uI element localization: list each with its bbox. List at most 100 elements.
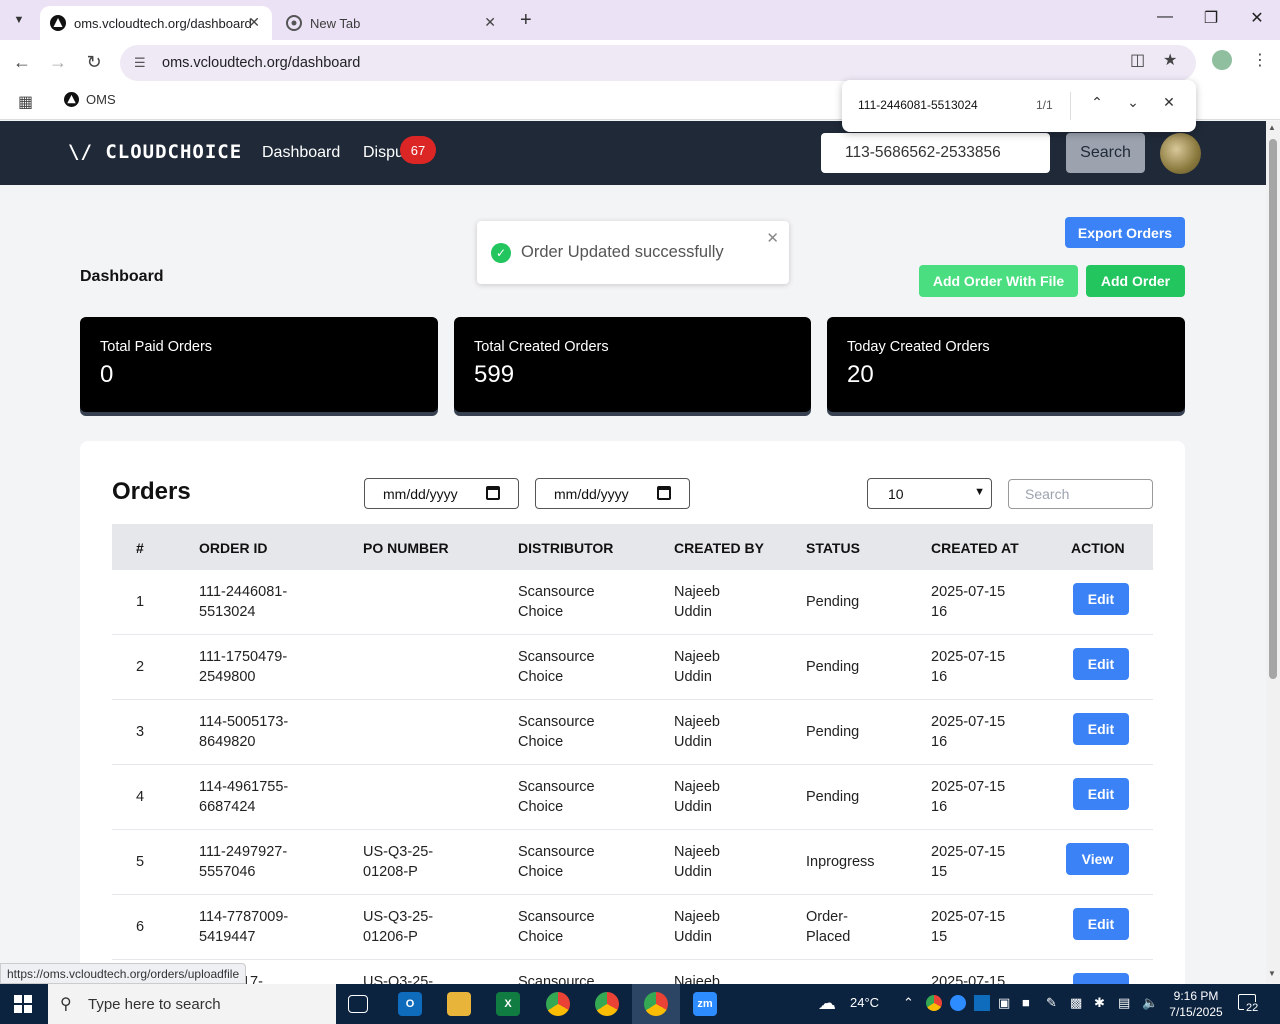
tray-chrome-icon[interactable]: [926, 995, 942, 1011]
weather-temperature[interactable]: 24°C: [850, 995, 879, 1010]
chrome-profile-app-icon[interactable]: [595, 992, 619, 1016]
close-tab-icon[interactable]: ✕: [484, 14, 496, 31]
excel-app-icon[interactable]: X: [496, 992, 520, 1016]
chrome-active-app-icon[interactable]: [644, 992, 668, 1016]
row-action-button[interactable]: View: [1066, 843, 1129, 875]
table-row: 1 111-2446081- 5513024 Scansource Choice N…: [112, 570, 1153, 635]
scroll-up-arrow-icon[interactable]: ▲: [1268, 123, 1276, 132]
cell-status: Order- Placed: [806, 909, 851, 945]
cell-po-number: US-Q3-25- 01206-P: [363, 909, 434, 945]
volume-muted-icon[interactable]: 🔈: [1142, 995, 1158, 1011]
cell-num: 5: [136, 854, 145, 870]
tab-list-chevron-icon[interactable]: ▼: [6, 8, 32, 32]
row-action-button[interactable]: Edit: [1073, 648, 1129, 680]
tab-dashboard[interactable]: oms.vcloudtech.org/dashboard ✕: [40, 6, 272, 40]
add-order-button[interactable]: Add Order: [1086, 265, 1185, 297]
page-size-select[interactable]: 10 ▼: [867, 478, 992, 509]
close-window-icon[interactable]: ✕: [1242, 8, 1272, 28]
minimize-icon[interactable]: —: [1150, 8, 1180, 26]
calendar-icon[interactable]: [486, 486, 500, 500]
cell-status: Pending: [806, 724, 860, 740]
taskbar-search-placeholder: Type here to search: [88, 995, 221, 1013]
stat-value: 599: [474, 361, 515, 388]
weather-cloud-icon[interactable]: ☁: [818, 993, 836, 1014]
find-in-page-icon[interactable]: ◫: [1130, 50, 1145, 70]
chevron-down-icon: ▼: [974, 486, 985, 498]
profile-avatar-icon[interactable]: [1212, 50, 1232, 70]
reload-icon[interactable]: ↻: [82, 52, 106, 73]
tray-bluetooth-icon[interactable]: ✱: [1094, 995, 1105, 1011]
orders-panel: Orders mm/dd/yyyy mm/dd/yyyy 10 ▼ Search…: [80, 441, 1185, 1005]
row-action-button[interactable]: Edit: [1073, 778, 1129, 810]
navbar-search-input[interactable]: [821, 133, 1050, 173]
search-icon: ⚲: [60, 996, 72, 1013]
cell-created-at: 2025-07-15 16: [931, 584, 1006, 620]
file-explorer-icon[interactable]: [447, 992, 471, 1016]
column-header-po-number: PO NUMBER: [363, 540, 449, 556]
restore-icon[interactable]: ❐: [1196, 8, 1226, 28]
url-text: oms.vcloudtech.org/dashboard: [162, 55, 361, 71]
cell-created-by: Najeeb Uddin: [674, 649, 720, 685]
nav-link-dashboard[interactable]: Dashboard: [262, 144, 340, 162]
cell-distributor: Scansource Choice: [518, 844, 595, 880]
zoom-app-icon[interactable]: zm: [693, 992, 717, 1016]
new-tab-plus-icon[interactable]: +: [520, 9, 532, 32]
stat-card-today-created: Today Created Orders 20: [827, 317, 1185, 412]
cell-distributor: Scansource Choice: [518, 584, 595, 620]
user-avatar[interactable]: [1160, 133, 1201, 174]
find-next-chevron-down-icon[interactable]: ⌄: [1122, 94, 1144, 111]
calendar-icon[interactable]: [657, 486, 671, 500]
export-orders-button[interactable]: Export Orders: [1065, 217, 1185, 248]
menu-dots-icon[interactable]: ⋮: [1252, 50, 1268, 70]
taskbar-search-box[interactable]: ⚲ Type here to search: [48, 984, 336, 1024]
tray-zoom-icon[interactable]: [950, 995, 966, 1011]
outlook-app-icon[interactable]: O: [398, 992, 422, 1016]
network-icon[interactable]: ▤: [1118, 995, 1130, 1011]
scroll-thumb[interactable]: [1269, 139, 1277, 679]
task-view-icon[interactable]: [348, 995, 368, 1013]
bookmark-star-icon[interactable]: ★: [1163, 50, 1177, 70]
windows-start-icon[interactable]: [14, 995, 32, 1013]
tray-app-icon[interactable]: ■: [1022, 995, 1030, 1010]
toast-close-icon[interactable]: ✕: [766, 229, 779, 247]
date-from-input[interactable]: mm/dd/yyyy: [364, 478, 519, 509]
date-to-input[interactable]: mm/dd/yyyy: [535, 478, 690, 509]
tray-display-icon[interactable]: ▣: [998, 995, 1010, 1011]
cell-created-by: Najeeb Uddin: [674, 844, 720, 880]
cloudchoice-logo[interactable]: \/ CLOUDCHOICE: [68, 141, 242, 163]
taskbar-clock[interactable]: 9:16 PM 7/15/2025: [1168, 988, 1224, 1020]
forward-arrow-icon[interactable]: →: [46, 52, 70, 73]
tray-vpn-icon[interactable]: ▩: [1070, 995, 1082, 1011]
back-arrow-icon[interactable]: ←: [10, 52, 34, 73]
cell-status: Pending: [806, 659, 860, 675]
apps-grid-icon[interactable]: ▦: [18, 92, 33, 112]
bookmark-oms[interactable]: OMS: [64, 92, 116, 107]
row-action-button[interactable]: Edit: [1073, 908, 1129, 940]
scroll-down-arrow-icon[interactable]: ▼: [1268, 969, 1276, 978]
row-action-button[interactable]: Edit: [1073, 713, 1129, 745]
cell-order-id: 111-2446081- 5513024: [199, 584, 288, 620]
find-close-icon[interactable]: ✕: [1158, 94, 1180, 111]
nav-link-disputes[interactable]: Dispu: [363, 144, 404, 162]
stat-label: Total Created Orders: [474, 339, 609, 355]
close-tab-icon[interactable]: ✕: [248, 14, 260, 31]
tray-chevron-up-icon[interactable]: ⌃: [903, 995, 914, 1011]
tab-title: oms.vcloudtech.org/dashboard: [74, 15, 252, 31]
navbar-search-button[interactable]: Search: [1066, 133, 1145, 173]
find-separator: [1070, 92, 1071, 120]
tray-outlook-icon[interactable]: [974, 995, 990, 1011]
find-previous-chevron-up-icon[interactable]: ⌃: [1086, 94, 1108, 111]
page-scrollbar[interactable]: ▲ ▼: [1266, 121, 1280, 983]
find-input[interactable]: 111-2446081-5513024: [858, 98, 978, 112]
tray-pen-icon[interactable]: ✎: [1046, 995, 1057, 1011]
site-settings-icon[interactable]: ☰: [134, 55, 152, 71]
add-order-with-file-button[interactable]: Add Order With File: [919, 265, 1078, 297]
chrome-app-icon[interactable]: [546, 992, 570, 1016]
bookmark-label: OMS: [86, 92, 116, 107]
tab-new-tab[interactable]: New Tab ✕: [276, 6, 508, 40]
address-bar[interactable]: ☰ oms.vcloudtech.org/dashboard: [120, 45, 1196, 81]
row-action-button[interactable]: Edit: [1073, 583, 1129, 615]
orders-search-input[interactable]: Search: [1008, 479, 1153, 509]
cell-created-at: 2025-07-15 16: [931, 779, 1006, 815]
column-header-num: #: [136, 540, 144, 556]
